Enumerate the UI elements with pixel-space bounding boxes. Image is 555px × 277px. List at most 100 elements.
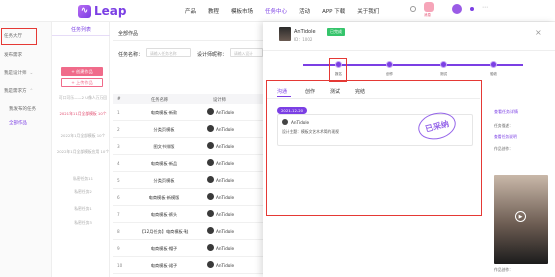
sidebar-item-publish-request[interactable]: 发布需求 — [4, 52, 22, 58]
status-badge: 已完成 — [327, 28, 345, 36]
table-row[interactable]: 6 电商模板·新模版 AnTidole — [113, 189, 263, 206]
nav-about-us[interactable]: 关于我们 — [357, 7, 379, 23]
nav-tutorials[interactable]: 教程 — [208, 7, 219, 23]
avatar — [207, 108, 214, 115]
row-designer: AnTidole — [216, 144, 235, 149]
row-index: 10 — [117, 263, 123, 268]
nav-products[interactable]: 产品 — [185, 7, 196, 23]
list-item[interactable]: 2021年11月全部模板 10个 — [55, 111, 111, 117]
nav-events[interactable]: 活动 — [299, 7, 310, 23]
designer-name-input[interactable]: 请输入设计 — [230, 48, 263, 57]
tab-creation[interactable]: 创作 — [305, 88, 315, 95]
task-detail-panel: AnTidole 已完成 ID：1002 × 报名 创作 测试 验收 沟通 创作… — [263, 22, 555, 277]
upload-work-button[interactable]: + 上传作品 — [61, 78, 103, 87]
task-details-link[interactable]: 查看任务详情 — [494, 109, 518, 115]
divider — [267, 98, 480, 99]
table-row[interactable]: 2 分类页模板 AnTidole — [113, 121, 263, 138]
video-thumbnail[interactable]: ▶ — [494, 175, 548, 264]
table-row[interactable]: 4 电商模板·新品 AnTidole — [113, 155, 263, 172]
step-dot-test[interactable] — [440, 61, 447, 68]
step-label-test: 测试 — [440, 72, 447, 76]
user-avatar[interactable] — [452, 4, 462, 14]
row-designer: AnTidole — [216, 178, 235, 183]
row-designer: AnTidole — [216, 161, 235, 166]
page-title: 全部作品 — [118, 31, 139, 37]
table-row[interactable]: 9 电商模板·帽子 AnTidole — [113, 240, 263, 257]
column-header-index: # — [117, 97, 121, 102]
row-task-name: 电商模板·新模版 — [148, 195, 180, 200]
table-row[interactable]: 3 图文书排版 AnTidole — [113, 138, 263, 155]
table-row[interactable]: 1 电商模板·新款 AnTidole — [113, 104, 263, 121]
logo[interactable]: ∿ Leap — [78, 4, 126, 18]
task-list-column: 任务列表 + 创建作品 + 上传作品 可口可乐——2 U像人万万回 2021年1… — [52, 22, 110, 277]
row-index: 9 — [117, 246, 120, 251]
divider — [113, 40, 263, 41]
chevron-down-icon: ⌄ — [29, 71, 34, 76]
tab-underline — [52, 35, 110, 36]
row-task-name: 图文书排版 — [153, 144, 175, 149]
sidebar-item-my-tasks[interactable]: 我发布的任务 — [9, 106, 36, 112]
communication-section: 沟通 创作 测试 完结 2021-12-20 AnTidole 设计主题：模板文… — [266, 80, 482, 216]
row-index: 8 — [117, 229, 120, 234]
tab-finished[interactable]: 完结 — [355, 88, 365, 95]
play-icon[interactable]: ▶ — [515, 211, 526, 222]
column-header-designer[interactable]: 设计师 — [213, 97, 226, 103]
task-name-input[interactable]: 请输入任务名称 — [146, 48, 191, 57]
create-work-button[interactable]: + 创建作品 — [61, 67, 103, 76]
task-list-header[interactable]: 任务列表 — [52, 26, 110, 33]
works-table-area: 全部作品 任务名称： 请输入任务名称 设计师昵称： 请输入设计 # 任务名称 设… — [113, 22, 263, 277]
list-item[interactable]: 私密任务1 — [55, 206, 111, 212]
column-header-task-name[interactable]: 任务名称 — [151, 97, 168, 103]
avatar — [207, 193, 214, 200]
list-item[interactable]: 2022年1月全部模板 10个 — [55, 133, 111, 139]
logo-text: Leap — [94, 4, 127, 18]
sidebar-item-designer[interactable]: 我是设计师 ⌄ — [4, 70, 33, 76]
nav-app-download[interactable]: APP 下载 — [322, 7, 345, 23]
sidebar-item-all-works[interactable]: 全部作品 — [9, 120, 27, 126]
nav-template-market[interactable]: 模板市场 — [231, 7, 253, 23]
more-icon[interactable]: ⋯ — [482, 4, 488, 11]
row-designer: AnTidole — [216, 212, 235, 217]
divider — [263, 50, 555, 51]
designer-name: AnTidole — [294, 29, 316, 35]
step-dot-accept[interactable] — [490, 61, 497, 68]
comment-text: 设计主题：模板文艺木术简约现视 — [282, 129, 339, 134]
list-item[interactable]: 2022年1月全部模板应用 10个 — [55, 149, 111, 155]
avatar — [207, 210, 214, 217]
nav-task-center[interactable]: 任务中心 — [265, 7, 287, 23]
tab-communication[interactable]: 沟通 — [277, 88, 287, 95]
row-designer: AnTidole — [216, 127, 235, 132]
main-nav: 产品 教程 模板市场 任务中心 活动 APP 下载 关于我们 — [185, 7, 379, 23]
close-icon[interactable]: × — [535, 28, 542, 37]
search-icon[interactable] — [410, 6, 416, 12]
row-task-name: 【12月任务】电商模板·鞋 — [139, 229, 189, 234]
tab-testing[interactable]: 测试 — [330, 88, 340, 95]
table-row[interactable]: 10 电商模板·裙子 AnTidole — [113, 257, 263, 274]
avatar — [282, 119, 288, 125]
row-index: 6 — [117, 195, 120, 200]
designer-filter-label: 设计师昵称： — [197, 52, 228, 58]
sidebar-item-task-hall[interactable]: 任务大厅 — [1, 28, 37, 45]
row-index: 7 — [117, 212, 120, 217]
table-row[interactable]: 7 电商模板·裤头 AnTidole — [113, 206, 263, 223]
sidebar-item-requester[interactable]: 我是需求方 ⌃ — [4, 88, 33, 94]
row-task-name: 分类页模板 — [153, 127, 175, 132]
avatar — [207, 125, 214, 132]
table-row[interactable]: 5 分类页模板 AnTidole — [113, 172, 263, 189]
row-task-name: 电商模板·帽子 — [150, 246, 178, 251]
left-sidebar: 任务大厅 发布需求 我是设计师 ⌄ 我是需求方 ⌃ 我发布的任务 全部作品 — [0, 22, 52, 277]
row-task-name: 电商模板·裙子 — [150, 263, 178, 268]
notification-icon[interactable] — [424, 2, 434, 12]
active-tab-underline — [277, 96, 291, 97]
table-row[interactable]: 8 【12月任务】电商模板·鞋 AnTidole — [113, 223, 263, 240]
list-item[interactable]: 私密任务11 — [55, 176, 111, 182]
avatar — [207, 244, 214, 251]
row-index: 5 — [117, 178, 120, 183]
step-dot-create[interactable] — [386, 61, 393, 68]
chevron-up-icon: ⌃ — [29, 89, 34, 94]
list-item[interactable]: 私密任务3 — [55, 220, 111, 226]
task-instructions-link[interactable]: 查看任务说明 — [494, 134, 517, 140]
list-item[interactable]: 可口可乐——2 U像人万万回 — [55, 95, 111, 101]
task-description-label: 任务描述： — [494, 123, 513, 128]
list-item[interactable]: 私密任务2 — [55, 189, 111, 195]
